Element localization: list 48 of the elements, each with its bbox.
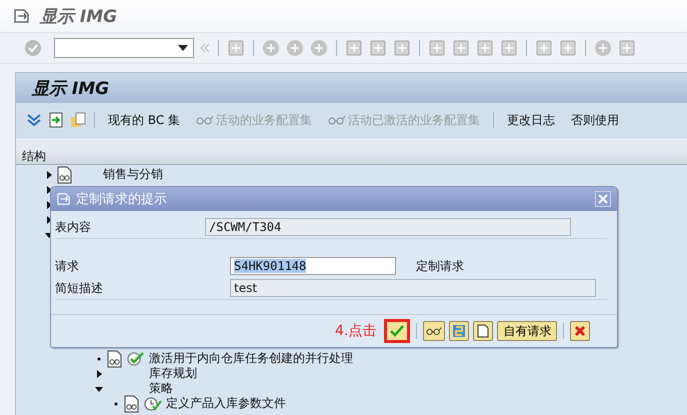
collapse-arrow-icon[interactable] [95, 384, 103, 392]
close-icon [574, 325, 586, 337]
enter-icon[interactable] [24, 39, 42, 57]
annotation-text: 4.点击 [335, 322, 376, 340]
toolbar-button[interactable]: 现有的 BC 集 [103, 112, 186, 128]
window-title: 显示 IMG [40, 6, 118, 28]
document-icon [477, 324, 490, 338]
table-contents-field: /SCWM/T304 [205, 218, 571, 236]
dialog-title: 定制请求的提示 [76, 191, 167, 208]
close-button[interactable] [595, 191, 611, 207]
field-label: 表内容 [55, 218, 92, 236]
expand-all-icon[interactable] [26, 112, 42, 128]
clock-check-icon[interactable] [144, 396, 162, 412]
document-glasses-icon [57, 166, 73, 184]
short-description-field: test [230, 279, 596, 297]
new-document-button[interactable] [473, 321, 494, 341]
request-field[interactable]: S4HK901148 [230, 257, 396, 275]
field-label: 请求 [55, 258, 80, 274]
toolbar-button[interactable]: 更改日志 [502, 112, 560, 128]
structure-heading: 结构 [22, 149, 46, 163]
bullet-icon [95, 354, 103, 362]
tree-item[interactable]: 定义产品入库参数文件 [166, 395, 286, 412]
tree-item[interactable]: 库存规划 [149, 365, 197, 382]
check-icon[interactable] [127, 350, 145, 366]
tree-item[interactable]: 策略 [149, 380, 173, 397]
screen-title: 显示 IMG [32, 78, 110, 100]
dropdown-icon[interactable] [178, 45, 188, 51]
document-glasses-icon[interactable] [124, 394, 140, 412]
request-type: 定制请求 [416, 258, 464, 274]
expand-arrow-icon[interactable] [95, 370, 103, 378]
glasses-button[interactable] [423, 321, 446, 341]
command-field[interactable] [54, 38, 194, 58]
hierarchy-icon [452, 324, 466, 338]
bullet-icon [112, 400, 120, 408]
menu-icon[interactable] [14, 9, 30, 23]
folder-document-icon[interactable] [70, 112, 86, 128]
confirm-button[interactable] [384, 319, 410, 343]
tree-item[interactable]: 激活用于内向仓库任务创建的并行处理 [149, 350, 353, 367]
expand-arrow-icon[interactable] [45, 170, 53, 178]
tree-item[interactable]: 销售与分销 [103, 166, 163, 183]
double-caret-icon [200, 43, 210, 53]
own-requests-button[interactable]: 自有请求 [497, 321, 558, 341]
toolbar-button[interactable]: 否则使用 [566, 112, 624, 128]
check-icon [390, 325, 404, 337]
field-label: 简短描述 [55, 280, 104, 296]
glasses-icon [426, 326, 442, 336]
cancel-button[interactable] [570, 321, 590, 341]
document-glasses-icon[interactable] [107, 350, 123, 368]
